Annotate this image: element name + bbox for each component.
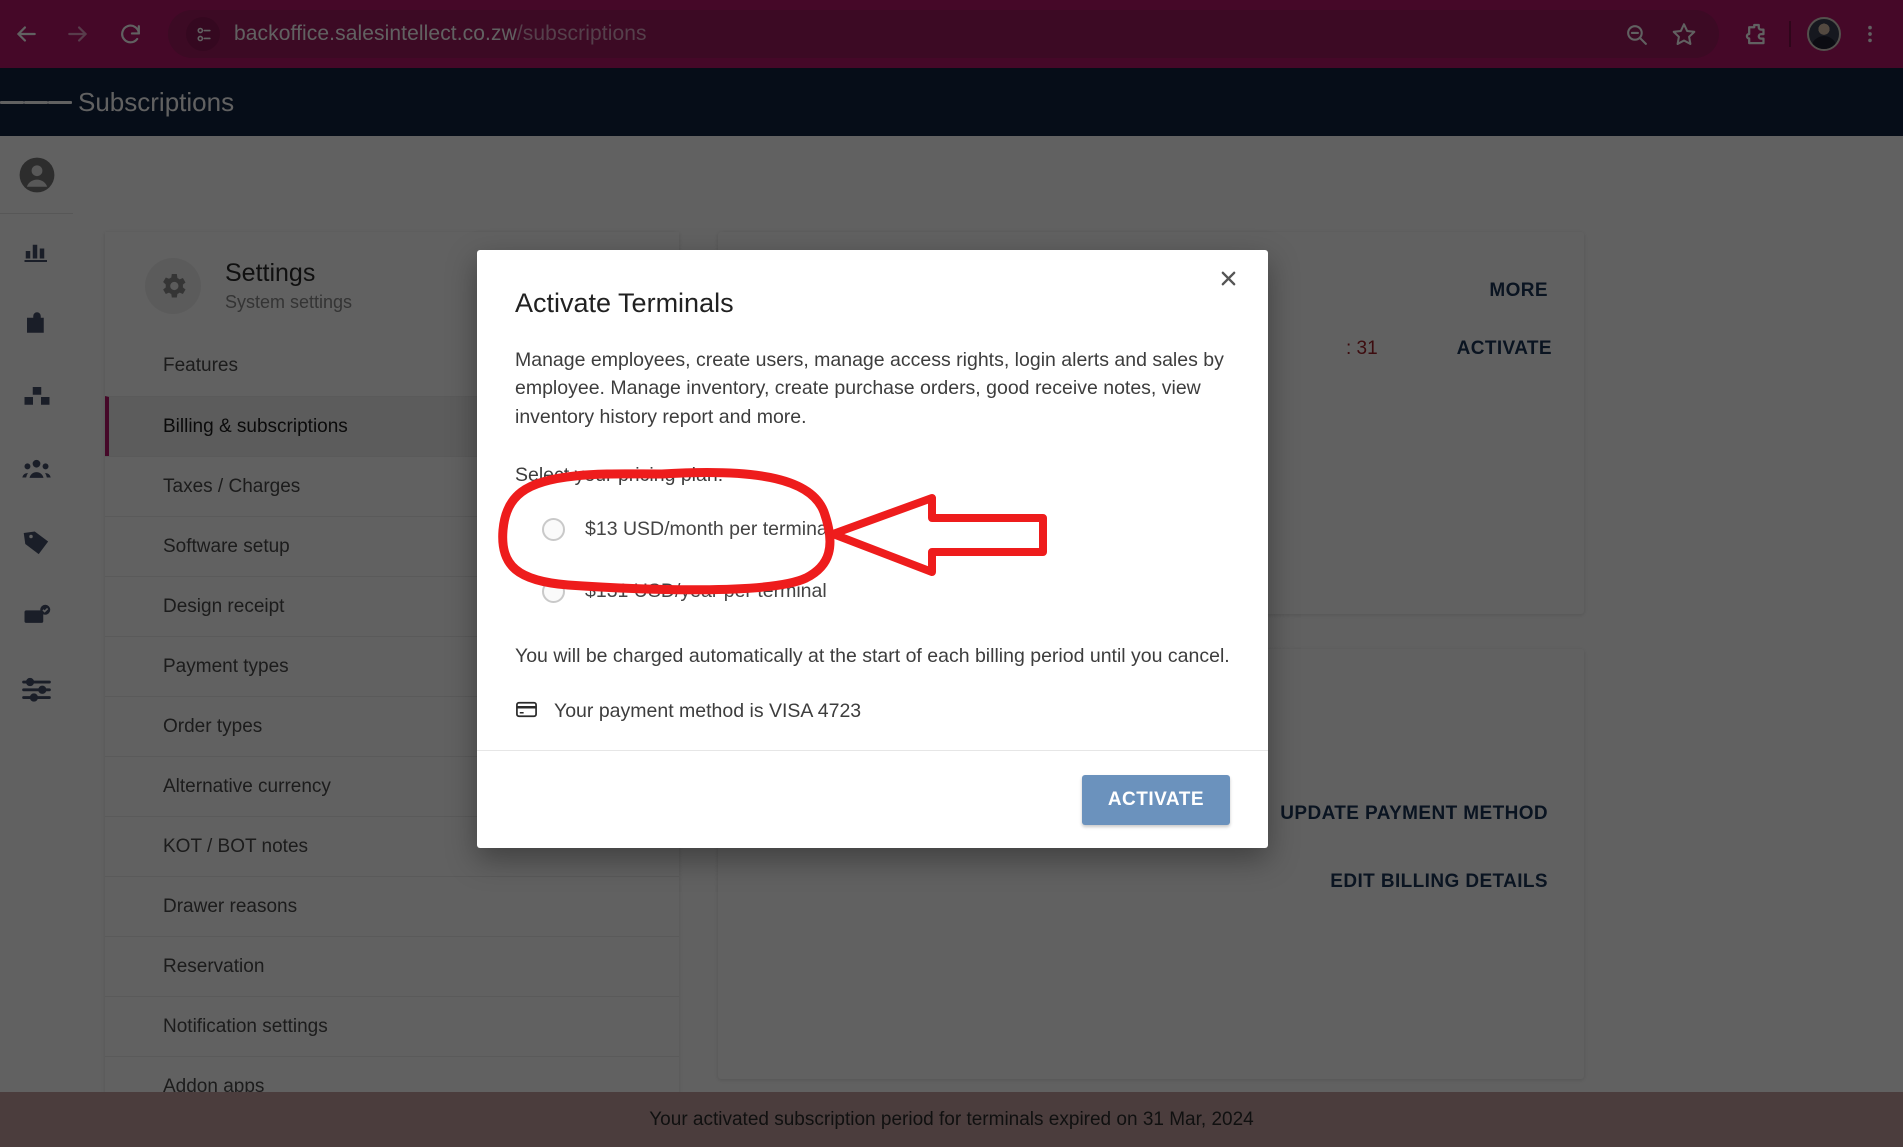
activate-button[interactable]: ACTIVATE (1081, 774, 1230, 825)
pricing-option-yearly[interactable]: $131 USD/year per terminal (515, 571, 1230, 613)
dialog-title: Activate Terminals (515, 288, 734, 318)
payment-method-text: Your payment method is VISA 4723 (554, 700, 862, 723)
credit-card-icon (515, 698, 538, 726)
payment-method-row: Your payment method is VISA 4723 (515, 698, 1230, 726)
radio-button-yearly[interactable] (542, 580, 565, 604)
pricing-option-monthly-label: $13 USD/month per terminal (585, 518, 833, 541)
screen: backoffice.salesintellect.co.zw/subscrip… (0, 0, 1903, 1147)
close-icon[interactable] (1214, 264, 1242, 292)
pricing-option-yearly-label: $131 USD/year per terminal (585, 580, 827, 603)
radio-button-monthly[interactable] (542, 518, 565, 542)
billing-note: You will be charged automatically at the… (515, 644, 1230, 667)
pricing-option-monthly[interactable]: $13 USD/month per terminal (515, 509, 1230, 551)
dialog-body: Activate Terminals Manage employees, cre… (477, 250, 1268, 750)
pricing-plan-options: $13 USD/month per terminal $131 USD/year… (515, 509, 1230, 613)
dialog-description: Manage employees, create users, manage a… (515, 349, 1224, 428)
activate-terminals-dialog: Activate Terminals Manage employees, cre… (477, 250, 1268, 848)
pricing-plan-label: Select your pricing plan: (515, 463, 724, 486)
dialog-footer: ACTIVATE (477, 750, 1268, 848)
